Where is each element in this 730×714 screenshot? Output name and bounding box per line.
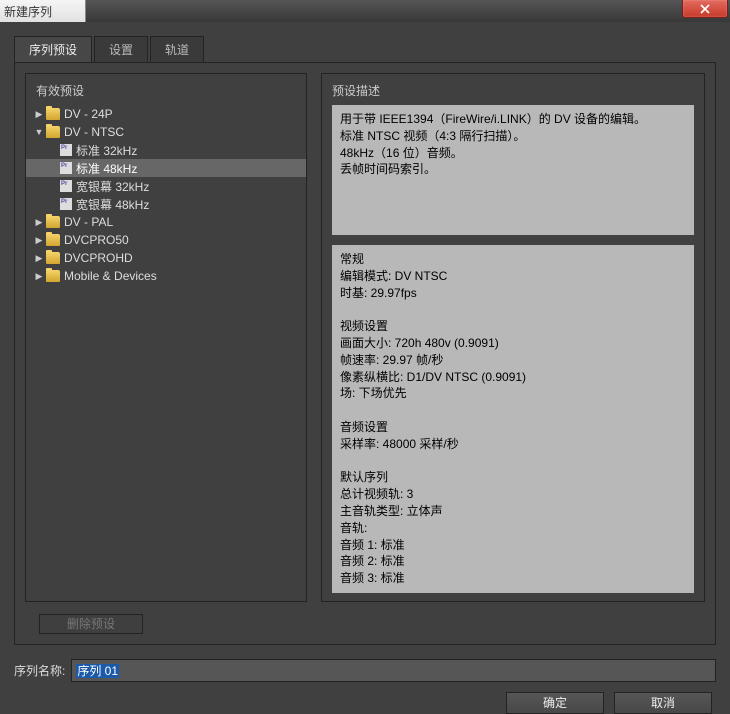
chevron-right-icon: ▶ bbox=[32, 217, 46, 228]
tab-tracks[interactable]: 轨道 bbox=[150, 36, 204, 62]
folder-icon bbox=[46, 234, 60, 246]
folder-icon bbox=[46, 216, 60, 228]
tree-folder-dv-pal[interactable]: ▶ DV - PAL bbox=[26, 213, 306, 231]
preset-description-text: 用于带 IEEE1394（FireWire/i.LINK）的 DV 设备的编辑。… bbox=[332, 105, 694, 235]
tab-bar: 序列预设 设置 轨道 bbox=[14, 36, 716, 63]
available-presets-panel: 有效预设 ▶ DV - 24P ▼ DV - NTSC 标准 32kHz 标准 48… bbox=[25, 73, 307, 602]
sequence-name-input[interactable]: 序列 01 bbox=[71, 659, 716, 682]
chevron-right-icon: ▶ bbox=[32, 109, 46, 120]
folder-icon bbox=[46, 270, 60, 282]
preset-spec-text: 常规编辑模式: DV NTSC时基: 29.97fps视频设置画面大小: 720… bbox=[332, 245, 694, 593]
tab-sequence-presets[interactable]: 序列预设 bbox=[14, 36, 92, 62]
preset-icon bbox=[60, 180, 72, 192]
tree-folder-dvcprohd[interactable]: ▶ DVCPROHD bbox=[26, 249, 306, 267]
sequence-name-label: 序列名称: bbox=[14, 662, 65, 679]
tab-settings[interactable]: 设置 bbox=[94, 36, 148, 62]
tree-folder-dv-ntsc[interactable]: ▼ DV - NTSC bbox=[26, 123, 306, 141]
folder-icon bbox=[46, 108, 60, 120]
panel: 有效预设 ▶ DV - 24P ▼ DV - NTSC 标准 32kHz 标准 48… bbox=[14, 63, 716, 645]
dialog-buttons: 确定 取消 bbox=[14, 692, 712, 714]
tree-folder-mobile[interactable]: ▶ Mobile & Devices bbox=[26, 267, 306, 285]
ok-button[interactable]: 确定 bbox=[506, 692, 604, 714]
close-button[interactable] bbox=[682, 0, 728, 18]
description-title: 预设描述 bbox=[322, 82, 704, 105]
window-title: 新建序列 bbox=[0, 0, 86, 22]
chevron-right-icon: ▶ bbox=[32, 271, 46, 282]
tree-folder-dv-24p[interactable]: ▶ DV - 24P bbox=[26, 105, 306, 123]
tree-preset-wide-32khz[interactable]: 宽银幕 32kHz bbox=[26, 177, 306, 195]
description-panel: 预设描述 用于带 IEEE1394（FireWire/i.LINK）的 DV 设… bbox=[321, 73, 705, 602]
close-icon bbox=[700, 4, 710, 14]
tree-label: DVCPRO50 bbox=[64, 233, 129, 247]
tree-preset-std-32khz[interactable]: 标准 32kHz bbox=[26, 141, 306, 159]
tree-label: Mobile & Devices bbox=[64, 269, 157, 283]
cancel-button[interactable]: 取消 bbox=[614, 692, 712, 714]
preset-icon bbox=[60, 198, 72, 210]
folder-icon bbox=[46, 252, 60, 264]
tree-label: DV - 24P bbox=[64, 107, 113, 121]
preset-icon bbox=[60, 144, 72, 156]
tree-label: DV - NTSC bbox=[64, 125, 124, 139]
sequence-name-value: 序列 01 bbox=[76, 664, 119, 678]
preset-tree[interactable]: ▶ DV - 24P ▼ DV - NTSC 标准 32kHz 标准 48kHz 宽… bbox=[26, 105, 306, 285]
tree-preset-wide-48khz[interactable]: 宽银幕 48kHz bbox=[26, 195, 306, 213]
sequence-name-row: 序列名称: 序列 01 bbox=[14, 659, 716, 682]
tree-label: 标准 32kHz bbox=[76, 142, 137, 159]
delete-preset-button[interactable]: 删除预设 bbox=[39, 614, 143, 634]
chevron-right-icon: ▶ bbox=[32, 253, 46, 264]
preset-icon bbox=[60, 162, 72, 174]
tree-label: DV - PAL bbox=[64, 215, 113, 229]
folder-icon bbox=[46, 126, 60, 138]
tree-preset-std-48khz[interactable]: 标准 48kHz bbox=[26, 159, 306, 177]
available-presets-title: 有效预设 bbox=[26, 82, 306, 105]
window-titlebar: 新建序列 bbox=[0, 0, 730, 22]
tree-label: DVCPROHD bbox=[64, 251, 133, 265]
tree-folder-dvcpro50[interactable]: ▶ DVCPRO50 bbox=[26, 231, 306, 249]
chevron-down-icon: ▼ bbox=[32, 127, 46, 137]
chevron-right-icon: ▶ bbox=[32, 235, 46, 246]
tree-label: 宽银幕 48kHz bbox=[76, 196, 149, 213]
tree-label: 标准 48kHz bbox=[76, 160, 137, 177]
tree-label: 宽银幕 32kHz bbox=[76, 178, 149, 195]
